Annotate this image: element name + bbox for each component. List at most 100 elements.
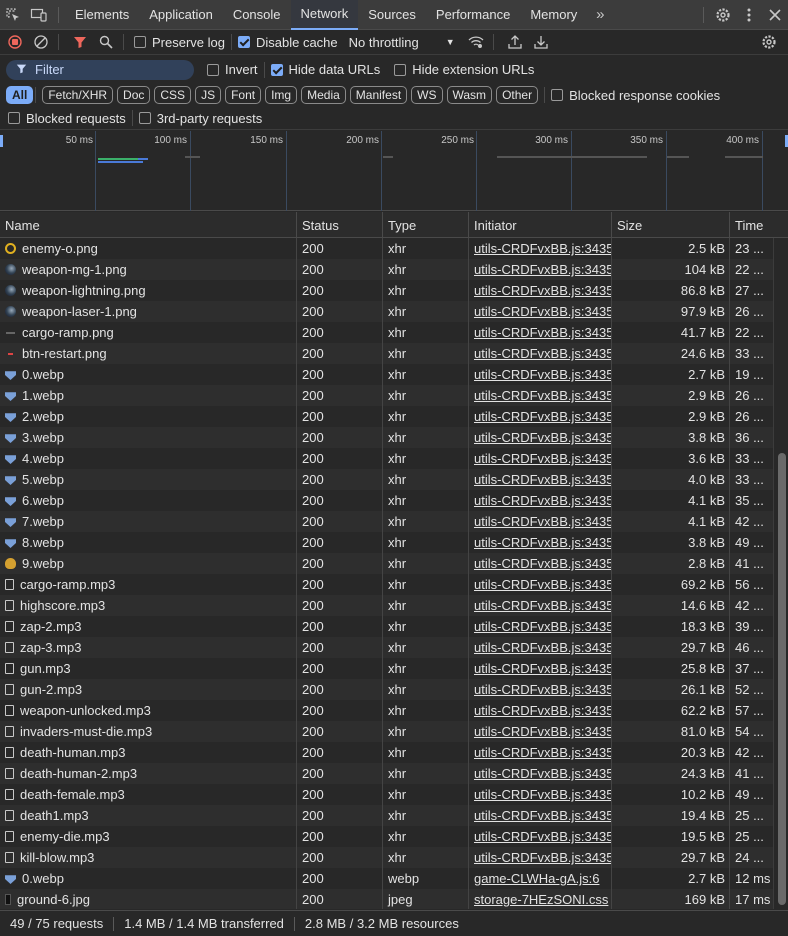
cell-initiator-link[interactable]: utils-CRDFvxBB.js:3435	[469, 448, 612, 469]
checkbox-box[interactable]	[138, 112, 151, 124]
cell-name[interactable]: enemy-die.mp3	[0, 826, 297, 847]
cell-initiator-link[interactable]: utils-CRDFvxBB.js:3435	[469, 406, 612, 427]
checkbox-box[interactable]	[207, 63, 219, 76]
cell-initiator-link[interactable]: storage-7HEzSONI.css	[469, 889, 612, 909]
cell-name[interactable]: 0.webp	[0, 364, 297, 385]
blocked-response-cookies-checkbox[interactable]: Blocked response cookies	[551, 88, 720, 103]
type-chip-font[interactable]: Font	[225, 86, 262, 104]
network-overview-timeline[interactable]: 50 ms 100 ms 150 ms 200 ms 250 ms 300 ms…	[0, 131, 788, 211]
cell-name[interactable]: death1.mp3	[0, 805, 297, 826]
type-chip-css[interactable]: CSS	[154, 86, 192, 104]
tab-performance[interactable]: Performance	[426, 0, 520, 30]
disable-cache-checkbox[interactable]: Disable cache	[237, 35, 338, 50]
cell-name[interactable]: zap-3.mp3	[0, 637, 297, 658]
checkbox-box[interactable]	[134, 36, 146, 48]
column-header-name[interactable]: Name	[0, 212, 297, 238]
cell-name[interactable]: weapon-unlocked.mp3	[0, 700, 297, 721]
table-row[interactable]: death-female.mp3 200 xhr utils-CRDFvxBB.js:…	[0, 784, 773, 805]
table-row[interactable]: enemy-die.mp3 200 xhr utils-CRDFvxBB.js:343…	[0, 826, 773, 847]
cell-initiator-link[interactable]: utils-CRDFvxBB.js:3435	[469, 595, 612, 616]
table-row[interactable]: invaders-must-die.mp3 200 xhr utils-CRDFvxB…	[0, 721, 773, 742]
table-row[interactable]: highscore.mp3 200 xhr utils-CRDFvxBB.js:343…	[0, 595, 773, 616]
cell-initiator-link[interactable]: utils-CRDFvxBB.js:3435	[469, 721, 612, 742]
cell-name[interactable]: weapon-lightning.png	[0, 280, 297, 301]
preserve-log-checkbox[interactable]: Preserve log	[134, 35, 225, 50]
column-header-initiator[interactable]: Initiator	[469, 212, 612, 238]
cell-initiator-link[interactable]: utils-CRDFvxBB.js:3435	[469, 700, 612, 721]
cell-name[interactable]: kill-blow.mp3	[0, 847, 297, 868]
cell-name[interactable]: death-female.mp3	[0, 784, 297, 805]
cell-name[interactable]: ground-6.jpg	[0, 889, 297, 909]
tab-memory[interactable]: Memory	[520, 0, 587, 30]
cell-name[interactable]: 6.webp	[0, 490, 297, 511]
table-row[interactable]: death-human-2.mp3 200 xhr utils-CRDFvxBB.js…	[0, 763, 773, 784]
search-icon[interactable]	[95, 31, 117, 53]
table-row[interactable]: death-human.mp3 200 xhr utils-CRDFvxBB.js:3…	[0, 742, 773, 763]
cell-initiator-link[interactable]: utils-CRDFvxBB.js:3435	[469, 553, 612, 574]
cell-initiator-link[interactable]: utils-CRDFvxBB.js:3435	[469, 763, 612, 784]
type-chip-wasm[interactable]: Wasm	[446, 86, 493, 104]
cell-initiator-link[interactable]: utils-CRDFvxBB.js:3435	[469, 616, 612, 637]
cell-initiator-link[interactable]: utils-CRDFvxBB.js:3435	[469, 742, 612, 763]
export-har-icon[interactable]	[530, 31, 552, 53]
cell-initiator-link[interactable]: utils-CRDFvxBB.js:3435	[469, 364, 612, 385]
cell-name[interactable]: invaders-must-die.mp3	[0, 721, 297, 742]
table-row[interactable]: weapon-mg-1.png 200 xhr utils-CRDFvxBB.js:3…	[0, 259, 773, 280]
tab-network[interactable]: Network	[290, 0, 359, 30]
cell-name[interactable]: 0.webp	[0, 868, 297, 889]
cell-name[interactable]: 7.webp	[0, 511, 297, 532]
type-chip-all[interactable]: All	[6, 86, 34, 104]
cell-initiator-link[interactable]: utils-CRDFvxBB.js:3435	[469, 637, 612, 658]
type-chip-other[interactable]: Other	[496, 86, 539, 104]
table-row[interactable]: 5.webp 200 xhr utils-CRDFvxBB.js:3435 4.0 kB…	[0, 469, 773, 490]
inspect-element-icon[interactable]	[0, 0, 26, 30]
cell-initiator-link[interactable]: utils-CRDFvxBB.js:3435	[469, 259, 612, 280]
tab-application[interactable]: Application	[139, 0, 223, 30]
cell-initiator-link[interactable]: utils-CRDFvxBB.js:3435	[469, 826, 612, 847]
table-row[interactable]: 9.webp 200 xhr utils-CRDFvxBB.js:3435 2.8 kB…	[0, 553, 773, 574]
cell-name[interactable]: 8.webp	[0, 532, 297, 553]
cell-name[interactable]: weapon-laser-1.png	[0, 301, 297, 322]
cell-initiator-link[interactable]: utils-CRDFvxBB.js:3435	[469, 658, 612, 679]
table-row[interactable]: gun.mp3 200 xhr utils-CRDFvxBB.js:3435 25.8 …	[0, 658, 773, 679]
table-row[interactable]: zap-2.mp3 200 xhr utils-CRDFvxBB.js:3435 18.…	[0, 616, 773, 637]
column-header-status[interactable]: Status	[297, 212, 383, 238]
cell-name[interactable]: enemy-o.png	[0, 238, 297, 259]
cell-initiator-link[interactable]: utils-CRDFvxBB.js:3435	[469, 532, 612, 553]
more-options-icon[interactable]	[736, 0, 762, 30]
checkbox-box[interactable]	[551, 89, 564, 101]
table-row[interactable]: weapon-unlocked.mp3 200 xhr utils-CRDFvxBB.…	[0, 700, 773, 721]
cell-name[interactable]: 5.webp	[0, 469, 297, 490]
table-row[interactable]: 3.webp 200 xhr utils-CRDFvxBB.js:3435 3.8 kB…	[0, 427, 773, 448]
type-chip-fetch-xhr[interactable]: Fetch/XHR	[42, 86, 114, 104]
cell-name[interactable]: death-human.mp3	[0, 742, 297, 763]
table-row[interactable]: enemy-o.png 200 xhr utils-CRDFvxBB.js:3435 2…	[0, 238, 773, 259]
table-row[interactable]: death1.mp3 200 xhr utils-CRDFvxBB.js:3435 19…	[0, 805, 773, 826]
cell-name[interactable]: 1.webp	[0, 385, 297, 406]
cell-initiator-link[interactable]: utils-CRDFvxBB.js:3435	[469, 238, 612, 259]
cell-name[interactable]: cargo-ramp.png	[0, 322, 297, 343]
cell-initiator-link[interactable]: utils-CRDFvxBB.js:3435	[469, 301, 612, 322]
table-row[interactable]: 0.webp 200 webp game-CLWHa-gA.js:6 2.7 kB 12 …	[0, 868, 773, 889]
cell-name[interactable]: 2.webp	[0, 406, 297, 427]
settings-gear-icon[interactable]	[710, 0, 736, 30]
cell-name[interactable]: btn-restart.png	[0, 343, 297, 364]
more-tabs-icon[interactable]: »	[587, 0, 613, 30]
type-chip-ws[interactable]: WS	[411, 86, 443, 104]
tab-elements[interactable]: Elements	[65, 0, 139, 30]
clear-icon[interactable]	[30, 31, 52, 53]
checkbox-box-checked[interactable]	[270, 63, 283, 76]
cell-initiator-link[interactable]: utils-CRDFvxBB.js:3435	[469, 490, 612, 511]
cell-initiator-link[interactable]: utils-CRDFvxBB.js:3435	[469, 322, 612, 343]
cell-initiator-link[interactable]: utils-CRDFvxBB.js:3435	[469, 280, 612, 301]
filter-funnel-icon[interactable]	[69, 31, 91, 53]
cell-name[interactable]: weapon-mg-1.png	[0, 259, 297, 280]
table-scrollbar[interactable]	[773, 238, 788, 909]
scrollbar-thumb[interactable]	[778, 453, 786, 905]
close-icon[interactable]	[762, 0, 788, 30]
cell-initiator-link[interactable]: utils-CRDFvxBB.js:3435	[469, 343, 612, 364]
table-row[interactable]: cargo-ramp.png 200 xhr utils-CRDFvxBB.js:34…	[0, 322, 773, 343]
table-row[interactable]: 4.webp 200 xhr utils-CRDFvxBB.js:3435 3.6 kB…	[0, 448, 773, 469]
table-row[interactable]: ground-6.jpg 200 jpeg storage-7HEzSONI.css 1…	[0, 889, 773, 909]
network-conditions-icon[interactable]	[465, 31, 487, 53]
